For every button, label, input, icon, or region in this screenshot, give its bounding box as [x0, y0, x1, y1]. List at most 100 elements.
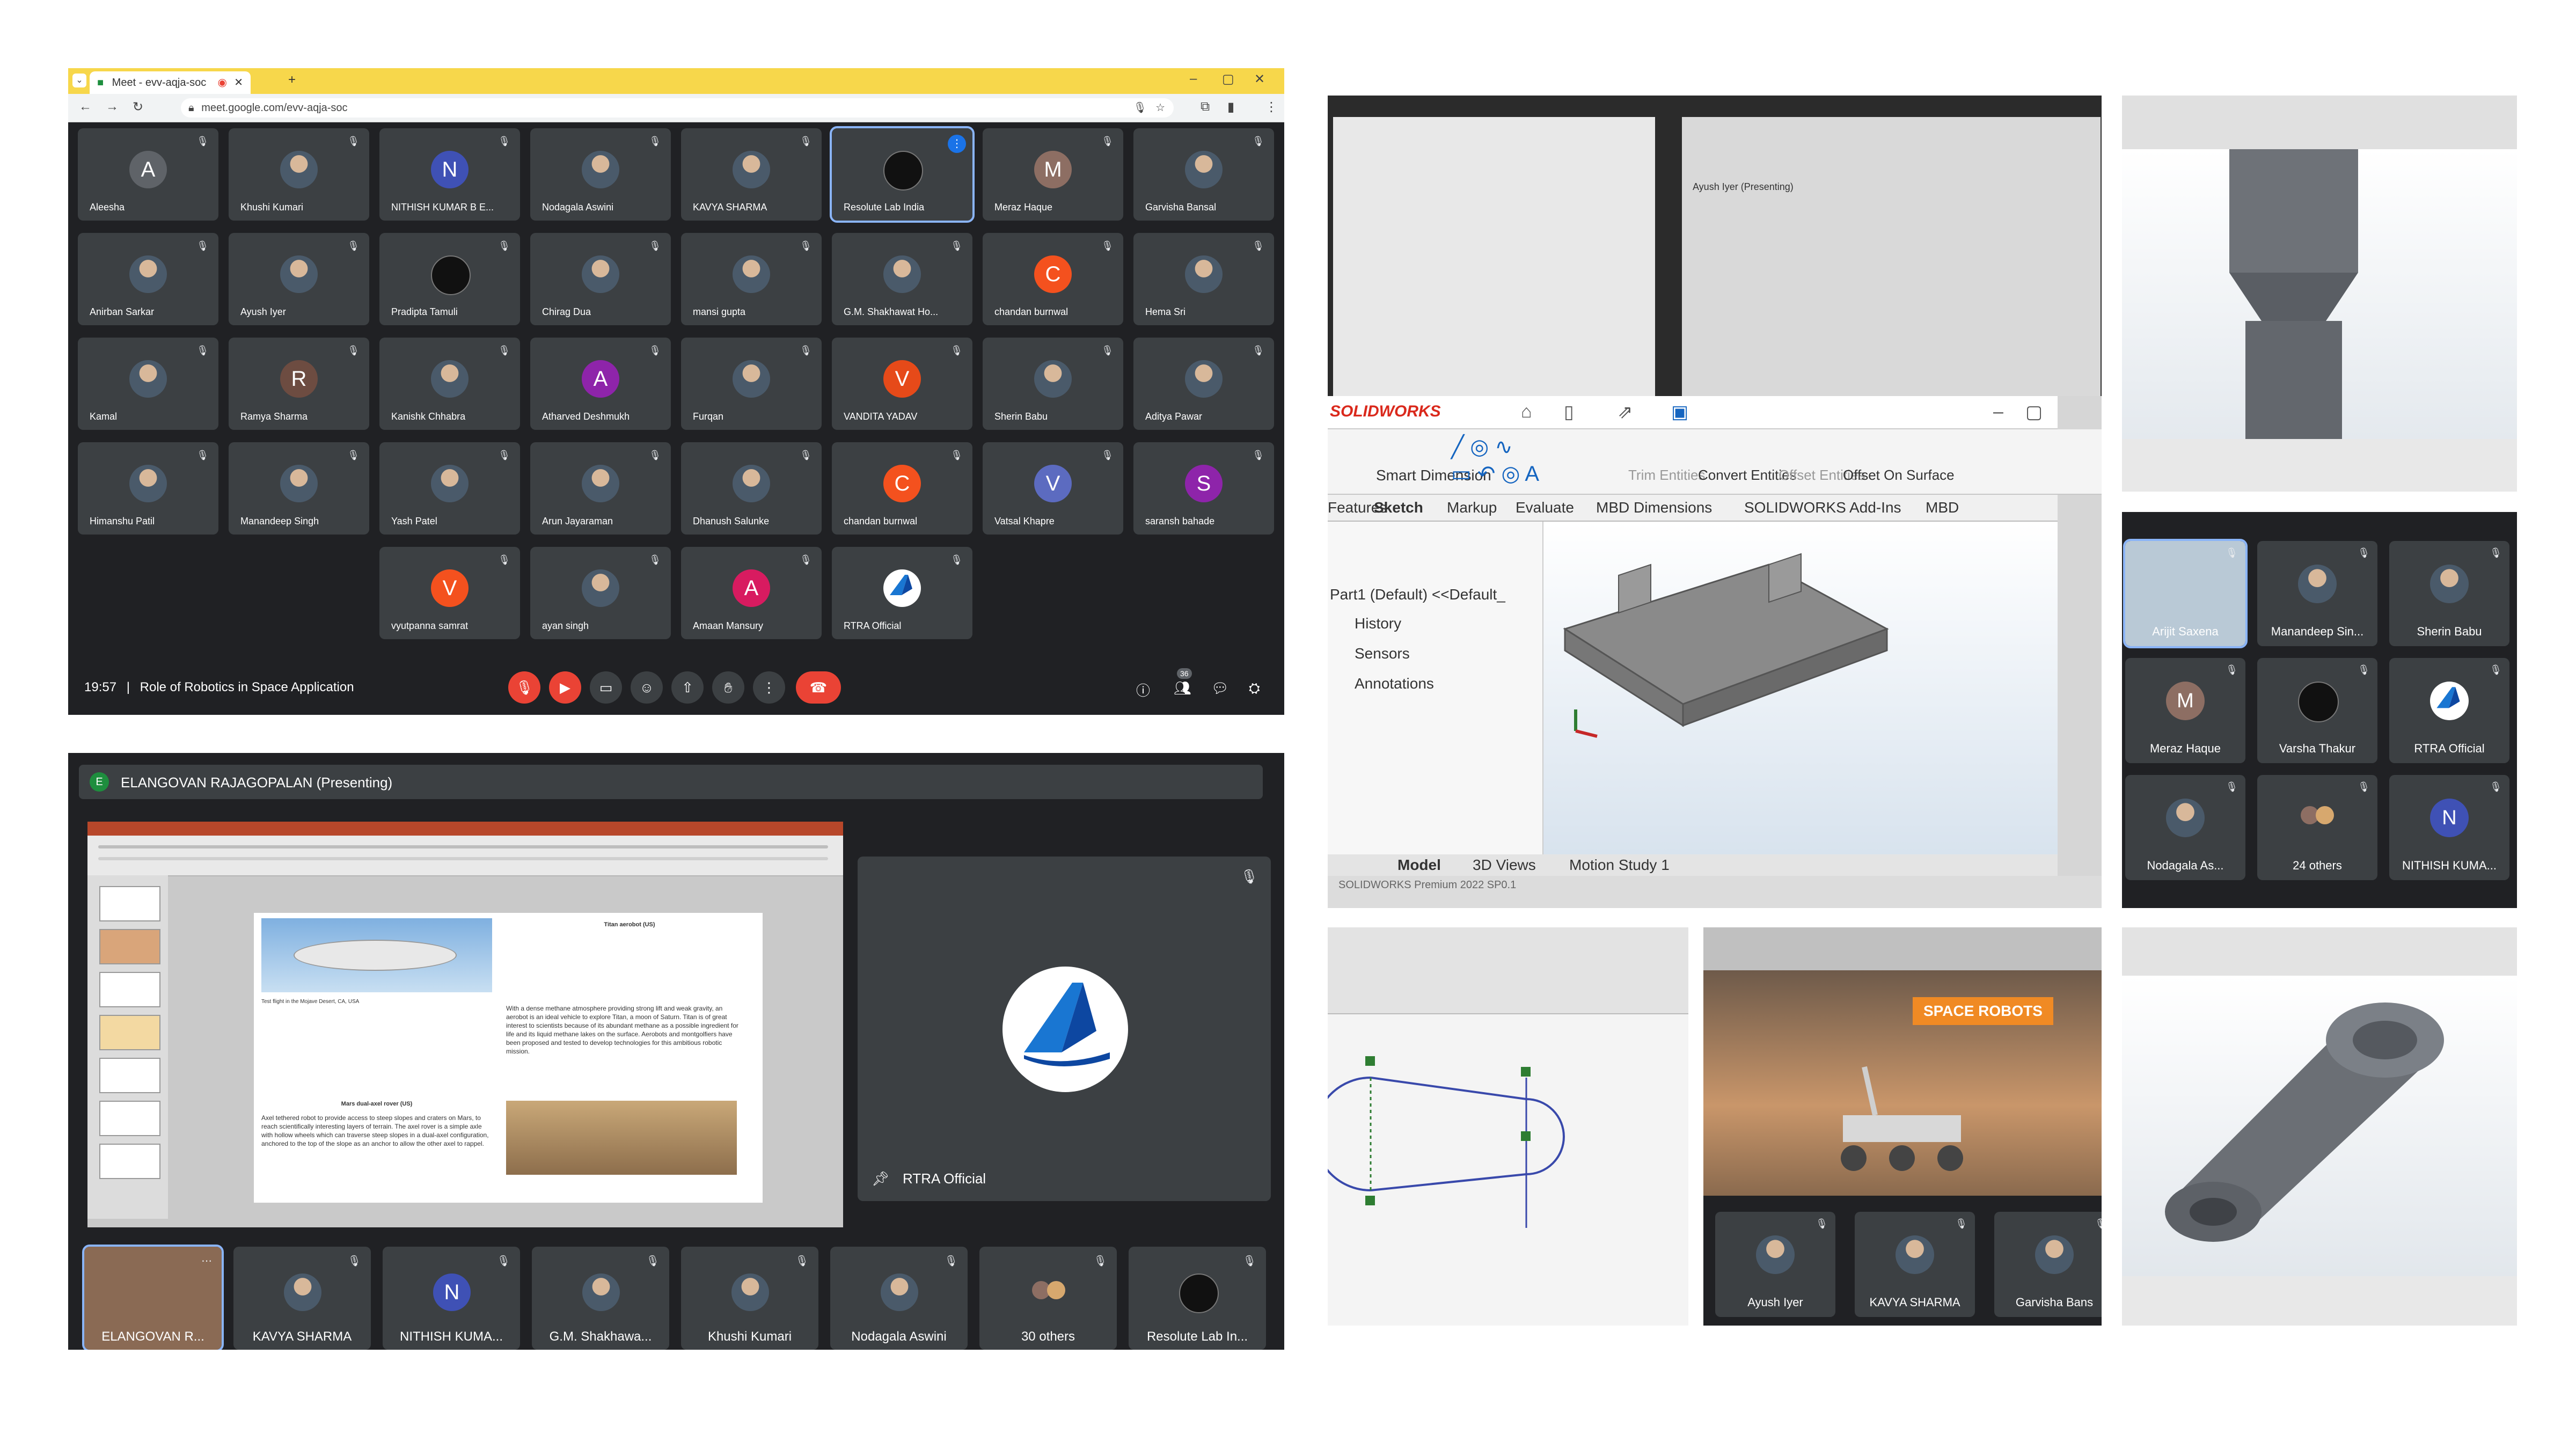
tree-sensors[interactable]: Sensors — [1355, 645, 1410, 662]
sketch-shapes-icons[interactable]: ▭ ↶ ◎ A — [1451, 462, 1539, 486]
3d-viewport[interactable] — [2122, 149, 2517, 439]
tab-3d-views[interactable]: 3D Views — [1473, 857, 1536, 874]
participant-tile[interactable]: 🎙︎ G.M. Shakhawat Ho... — [832, 233, 972, 325]
participant-tile[interactable]: 🎙︎ Sherin Babu — [983, 338, 1123, 430]
tile-options-icon[interactable]: ⋯ — [201, 1254, 212, 1268]
participant-tile[interactable]: 🎙︎ Nodagala Aswini — [830, 1247, 968, 1350]
save-icon[interactable]: ▣ — [1671, 401, 1688, 423]
participant-tile[interactable]: 🎙︎ 30 others — [979, 1247, 1117, 1350]
participant-tile[interactable]: 🎙︎ KAVYA SHARMA — [233, 1247, 371, 1350]
sketch-tools-icons[interactable]: ╱ ◎ ∿ — [1451, 435, 1513, 459]
participant-tile[interactable]: 🎙︎ Dhanush Salunke — [681, 442, 822, 535]
mic-permission-icon[interactable]: 🎙︎ — [1133, 98, 1147, 118]
participant-tile[interactable]: R 🎙︎ Ramya Sharma — [229, 338, 369, 430]
tab-evaluate[interactable]: Evaluate — [1516, 499, 1574, 516]
self-view-tile[interactable]: ⋯ ELANGOVAN R... — [82, 1245, 224, 1350]
participant-tile[interactable]: 🎙︎ Arun Jayaraman — [530, 442, 671, 535]
chat-icon[interactable]: 💬︎ — [1211, 680, 1229, 697]
participant-tile[interactable]: 🎙︎ Garvisha Bansal — [1133, 128, 1274, 221]
meeting-details-icon[interactable]: ⓘ — [1136, 680, 1150, 700]
slide-thumbnail[interactable] — [99, 1058, 160, 1093]
forward-icon[interactable]: → — [106, 99, 119, 114]
tab-model[interactable]: Model — [1397, 857, 1441, 874]
participant-tile[interactable]: S 🎙︎ saransh bahade — [1133, 442, 1274, 535]
participant-tile[interactable]: 🎙︎ Nodagala As... — [2125, 775, 2245, 880]
participant-tile[interactable]: 🎙︎ Yash Patel — [379, 442, 520, 535]
participant-tile[interactable]: 🎙︎ KAVYA SHARMA — [681, 128, 822, 221]
menu-icon[interactable]: ⋮ — [1265, 99, 1278, 115]
participant-tile[interactable]: 🎙︎ Ayush Iyer — [229, 233, 369, 325]
participant-tile[interactable]: 🎙︎ Garvisha Bans — [1994, 1212, 2102, 1317]
activities-icon[interactable]: ⛭ — [1249, 680, 1260, 697]
participant-tile[interactable]: 🎙︎ Kamal — [78, 338, 218, 430]
slide-thumbnail[interactable] — [99, 1101, 160, 1136]
tab-addins[interactable]: SOLIDWORKS Add-Ins — [1744, 499, 1901, 516]
minimize-icon[interactable]: – — [1190, 71, 1197, 86]
participant-tile[interactable]: 🎙︎ mansi gupta — [681, 233, 822, 325]
participant-tile[interactable]: A 🎙︎ Atharved Deshmukh — [530, 338, 671, 430]
reload-icon[interactable]: ↻ — [133, 99, 143, 115]
participant-tile[interactable]: 🎙︎ Hema Sri — [1133, 233, 1274, 325]
participant-tile[interactable]: 🎙︎ Manandeep Singh — [229, 442, 369, 535]
people-icon[interactable]: 👥︎ 36 — [1174, 668, 1192, 697]
participant-tile[interactable]: N 🎙︎ NITHISH KUMA... — [2389, 775, 2509, 880]
bookmark-star-icon[interactable]: ☆ — [1155, 98, 1165, 118]
participant-tile[interactable]: M 🎙︎ Meraz Haque — [983, 128, 1123, 221]
new-tab-icon[interactable]: + — [288, 72, 296, 87]
tab-mbd-dimensions[interactable]: MBD Dimensions — [1596, 499, 1712, 516]
sidebar-icon[interactable]: ▮ — [1227, 99, 1234, 115]
participant-tile[interactable]: 🎙︎ Khushi Kumari — [681, 1247, 818, 1350]
camera-off-button[interactable]: ▶ — [549, 671, 581, 704]
participant-tile[interactable]: M 🎙︎ Meraz Haque — [2125, 658, 2245, 763]
tab-sketch[interactable]: Sketch — [1374, 499, 1423, 516]
tab-search-icon[interactable]: ⌄ — [72, 74, 86, 87]
browser-tab-meet[interactable]: ■ Meet - evv-aqja-soc ◉ ✕ — [90, 71, 251, 94]
participant-tile[interactable]: 🎙︎ Furqan — [681, 338, 822, 430]
participant-tile[interactable]: V 🎙︎ vyutpanna samrat — [379, 547, 520, 639]
3d-viewport[interactable] — [2122, 976, 2517, 1276]
slide-thumbnail[interactable] — [99, 1015, 160, 1050]
trim-entities-command[interactable]: Trim Entities — [1628, 467, 1706, 484]
participant-tile[interactable]: 🎙︎ KAVYA SHARMA — [1855, 1212, 1975, 1317]
captions-button[interactable]: ▭ — [590, 671, 622, 704]
participant-tile[interactable]: A 🎙︎ Aleesha — [78, 128, 218, 221]
sketch-viewport[interactable] — [1328, 1013, 1688, 1326]
tab-mbd[interactable]: MBD — [1926, 499, 1959, 516]
pinned-participant-tile[interactable]: 🎙︎ 📌︎ RTRA Official — [858, 857, 1271, 1201]
emoji-button[interactable]: ☺ — [631, 671, 663, 704]
address-bar[interactable]: 🔒︎ meet.google.com/evv-aqja-soc 🎙︎ ☆ — [181, 98, 1174, 118]
tree-history[interactable]: History — [1355, 615, 1401, 632]
leave-call-button[interactable]: ☎ — [796, 671, 841, 704]
window-close-icon[interactable]: ✕ — [1254, 71, 1265, 87]
minimize-icon[interactable]: – — [1993, 401, 2003, 422]
raise-hand-button[interactable]: ✋︎ — [712, 671, 744, 704]
participant-tile[interactable]: V 🎙︎ VANDITA YADAV — [832, 338, 972, 430]
present-button[interactable]: ⇧ — [671, 671, 704, 704]
back-icon[interactable]: ← — [79, 99, 92, 114]
maximize-icon[interactable]: ▢ — [1222, 71, 1234, 87]
slide-thumbnail[interactable] — [99, 972, 160, 1007]
participant-tile[interactable]: V 🎙︎ Vatsal Khapre — [983, 442, 1123, 535]
participant-tile[interactable]: 🎙︎ Chirag Dua — [530, 233, 671, 325]
participant-tile[interactable]: 🎙︎ Kanishk Chhabra — [379, 338, 520, 430]
extensions-icon[interactable]: ⧉ — [1201, 99, 1210, 114]
tree-annotations[interactable]: Annotations — [1355, 675, 1434, 692]
mic-off-button[interactable]: 🎙︎ — [508, 671, 540, 704]
3d-viewport[interactable] — [1543, 522, 2058, 854]
home-icon[interactable]: ⌂ — [1521, 401, 1532, 422]
participant-tile[interactable]: 🎙︎ ayan singh — [530, 547, 671, 639]
participant-tile[interactable]: 🎙︎ Anirban Sarkar — [78, 233, 218, 325]
more-options-button[interactable]: ⋮ — [753, 671, 785, 704]
slide-thumbnail[interactable] — [99, 929, 160, 964]
participant-tile[interactable]: C 🎙︎ chandan burnwal — [983, 233, 1123, 325]
participant-tile[interactable]: 🎙︎ Nodagala Aswini — [530, 128, 671, 221]
participant-tile[interactable]: 🎙︎ G.M. Shakhawa... — [532, 1247, 669, 1350]
participant-tile[interactable]: 🎙︎ Resolute Lab In... — [1129, 1247, 1266, 1350]
new-file-icon[interactable]: ▯ — [1564, 401, 1574, 423]
participant-tile[interactable]: C 🎙︎ chandan burnwal — [832, 442, 972, 535]
participant-tile[interactable]: 🎙︎ Himanshu Patil — [78, 442, 218, 535]
participant-tile[interactable]: 🎙︎ Khushi Kumari — [229, 128, 369, 221]
participant-tile[interactable]: N 🎙︎ NITHISH KUMAR B E... — [379, 128, 520, 221]
tab-motion-study[interactable]: Motion Study 1 — [1569, 857, 1670, 874]
participant-tile[interactable]: 🎙︎ Varsha Thakur — [2257, 658, 2377, 763]
